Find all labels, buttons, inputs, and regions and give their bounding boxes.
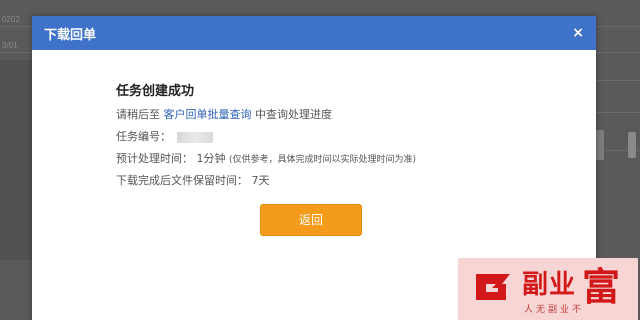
watermark-text: 副业	[522, 270, 577, 300]
task-id-line: 任务编号：	[116, 126, 576, 148]
task-id-value-masked	[176, 131, 213, 143]
bg-row-text: 3/01	[2, 41, 18, 50]
estimate-label: 预计处理时间：	[116, 152, 193, 165]
close-icon[interactable]: ×	[572, 26, 584, 40]
retention-label: 下载完成后文件保留时间：	[116, 174, 248, 187]
watermark-slogan: 人无副业不	[524, 305, 585, 315]
bg-row-text: 0202	[2, 15, 20, 24]
batch-receipt-query-link[interactable]: 客户回单批量查询	[164, 108, 252, 121]
watermark-big-char: 富	[582, 265, 621, 309]
bg-scroll-tab	[628, 132, 636, 158]
dialog-header: 下载回单 ×	[32, 16, 596, 50]
watermark-logo: 副业 富 人无副业不	[458, 258, 638, 320]
success-title: 任务创建成功	[116, 84, 195, 99]
instruction-line: 请稍后至 客户回单批量查询 中查询处理进度	[116, 104, 576, 126]
estimate-line: 预计处理时间： 1分钟 (仅供参考，具体完成时间以实际处理时间为准)	[116, 148, 576, 170]
retention-line: 下载完成后文件保留时间： 7天	[116, 170, 576, 192]
task-id-label: 任务编号：	[116, 130, 171, 143]
estimate-note: (仅供参考，具体完成时间以实际处理时间为准)	[229, 155, 417, 165]
estimate-value: 1分钟	[196, 152, 226, 165]
return-button[interactable]: 返回	[260, 204, 362, 236]
bg-side-panel	[0, 60, 32, 260]
retention-value: 7天	[251, 174, 270, 187]
dialog-content: 任务创建成功 请稍后至 客户回单批量查询 中查询处理进度 任务编号： 预计处理时…	[116, 82, 576, 192]
instruction-prefix: 请稍后至	[116, 108, 160, 121]
instruction-suffix: 中查询处理进度	[255, 108, 332, 121]
watermark-emblem-icon	[476, 274, 510, 300]
dialog-title: 下载回单	[44, 26, 97, 42]
bg-scroll-tab	[596, 130, 604, 160]
